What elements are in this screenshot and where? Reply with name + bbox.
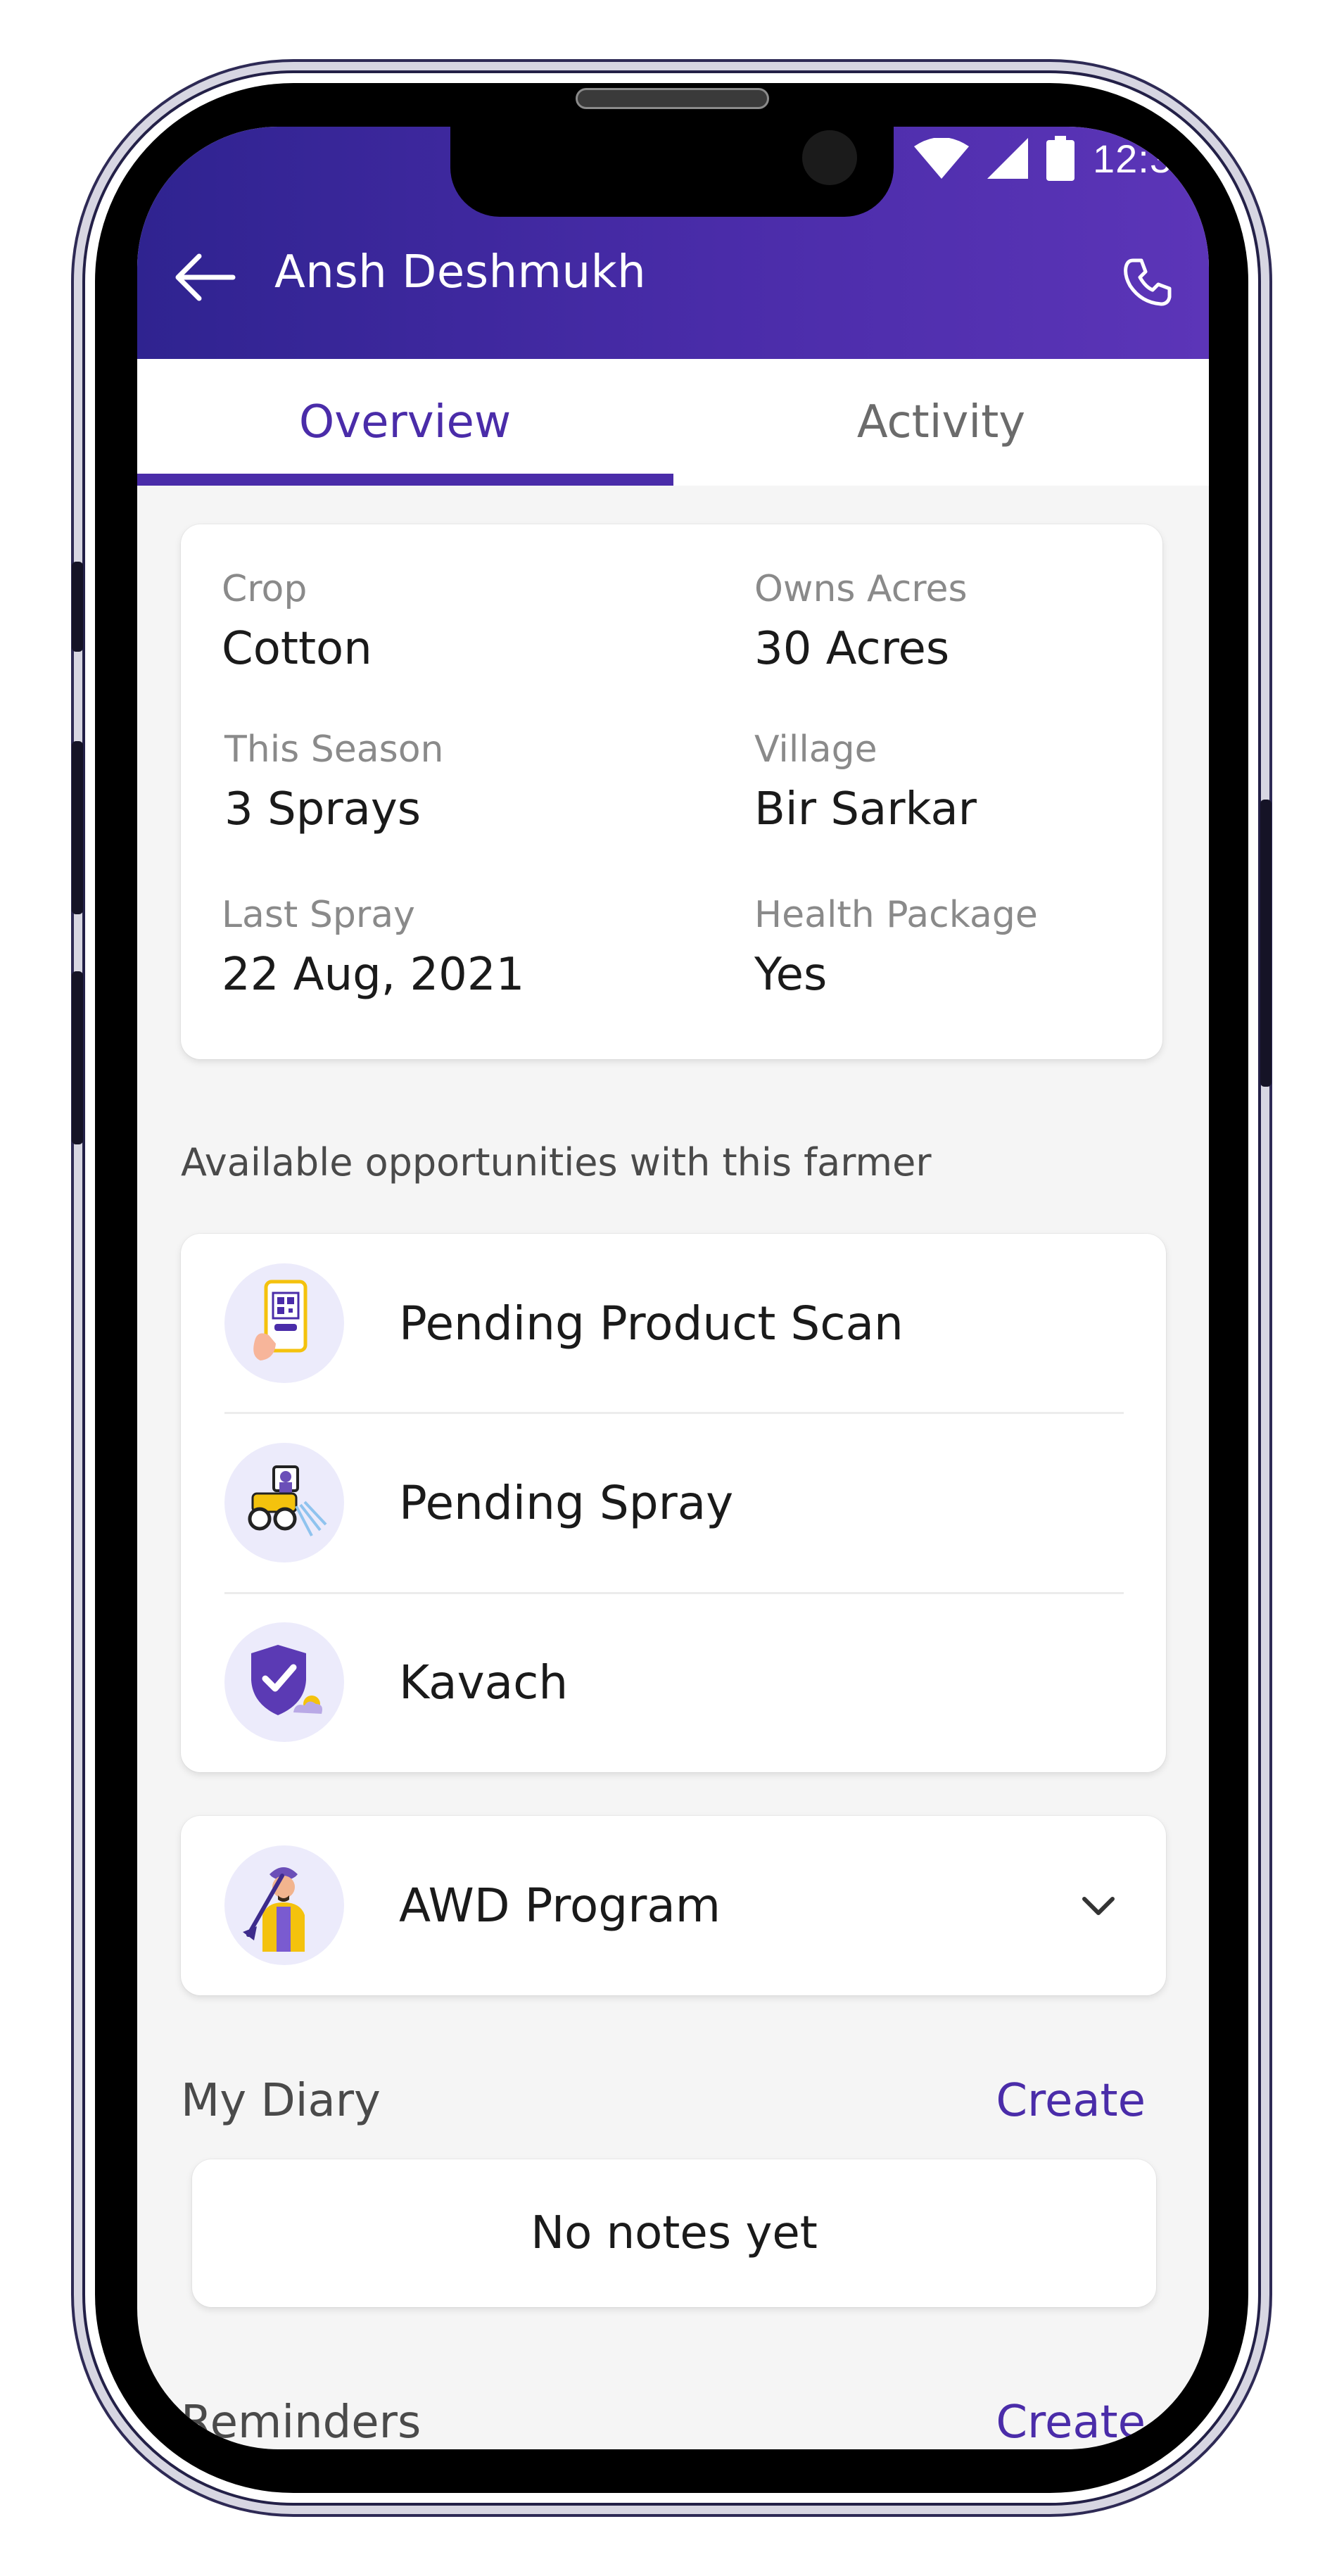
status-bar: 12:3: [914, 130, 1172, 187]
reminders-title: Reminders: [181, 2397, 421, 2449]
field-label: This Season: [224, 728, 444, 771]
field-village: Village Bir Sarkar: [754, 728, 977, 835]
field-owns-acres: Owns Acres 30 Acres: [754, 568, 968, 675]
volume-up-button: [72, 741, 83, 914]
chevron-down-icon: [1082, 1897, 1115, 1915]
awd-program-card[interactable]: AWD Program: [181, 1816, 1166, 1995]
field-label: Village: [754, 728, 877, 771]
field-value: Yes: [754, 949, 828, 1001]
field-label: Last Spray: [222, 894, 415, 936]
icon-circle: [224, 1263, 344, 1383]
battery-icon: [1046, 136, 1074, 181]
power-button: [1260, 800, 1272, 1087]
mute-switch: [72, 562, 83, 652]
farmer-info-card: Crop Cotton Owns Acres 30 Acres This Sea…: [181, 524, 1162, 1059]
field-value: 22 Aug, 2021: [222, 949, 525, 1001]
awd-program-label: AWD Program: [399, 1879, 721, 1933]
opportunity-label: Kavach: [399, 1655, 569, 1710]
opportunity-label: Pending Product Scan: [399, 1296, 904, 1351]
back-button[interactable]: [172, 248, 237, 307]
opportunity-item-spray[interactable]: Pending Spray: [181, 1413, 1166, 1593]
field-crop: Crop Cotton: [222, 568, 372, 675]
field-value: Bir Sarkar: [754, 783, 977, 835]
diary-create-link[interactable]: Create: [996, 2075, 1146, 2127]
field-value: 3 Sprays: [224, 783, 421, 835]
app-screen: 12:3 Ansh Deshmukh Overview Activity Cro…: [137, 127, 1209, 2449]
qr-scan-icon: [253, 1280, 308, 1360]
field-value: Cotton: [222, 623, 372, 675]
reminders-create-link[interactable]: Create: [996, 2397, 1146, 2449]
icon-circle: [224, 1443, 344, 1562]
phone-icon: [1124, 258, 1172, 306]
awd-program-row: AWD Program: [181, 1816, 1166, 1995]
icon-circle: [224, 1622, 344, 1742]
earpiece-speaker: [576, 88, 769, 109]
field-last-spray: Last Spray 22 Aug, 2021: [222, 894, 524, 1001]
wifi-icon: [914, 138, 969, 179]
spray-cart-icon: [248, 1465, 327, 1536]
field-label: Crop: [222, 568, 308, 610]
opportunity-label: Pending Spray: [399, 1476, 734, 1530]
signal-icon: [987, 138, 1028, 179]
opportunity-item-kavach[interactable]: Kavach: [181, 1593, 1166, 1772]
app-header: 12:3 Ansh Deshmukh: [137, 127, 1209, 359]
opportunity-item-product-scan[interactable]: Pending Product Scan: [181, 1234, 1166, 1413]
field-label: Owns Acres: [754, 568, 968, 610]
tab-activity[interactable]: Activity: [673, 359, 1209, 486]
tab-bar: Overview Activity: [137, 359, 1209, 486]
arrow-left-icon: [175, 253, 236, 301]
opportunities-card: Pending Product Scan Pending Spray Kavac…: [181, 1234, 1166, 1772]
field-label: Health Package: [754, 894, 1038, 936]
tab-overview[interactable]: Overview: [137, 359, 673, 486]
expand-button[interactable]: [1072, 1879, 1125, 1933]
field-health-package: Health Package Yes: [754, 894, 1038, 1001]
icon-circle: [224, 1845, 344, 1965]
notch: [450, 127, 894, 217]
field-this-season: This Season 3 Sprays: [224, 728, 444, 835]
empty-notes-text: No notes yet: [531, 2207, 818, 2259]
farmer-icon: [243, 1867, 305, 1952]
volume-down-button: [72, 971, 83, 1144]
opportunities-title: Available opportunities with this farmer: [181, 1140, 932, 1185]
active-tab-indicator: [137, 474, 673, 486]
farmer-name: Ansh Deshmukh: [274, 246, 647, 298]
front-camera: [802, 130, 857, 185]
my-diary-title: My Diary: [181, 2075, 381, 2127]
field-value: 30 Acres: [754, 623, 950, 675]
shield-check-icon: [251, 1645, 322, 1715]
diary-empty-card: No notes yet: [192, 2159, 1156, 2307]
call-button[interactable]: [1120, 255, 1174, 308]
status-time: 12:3: [1093, 136, 1172, 181]
